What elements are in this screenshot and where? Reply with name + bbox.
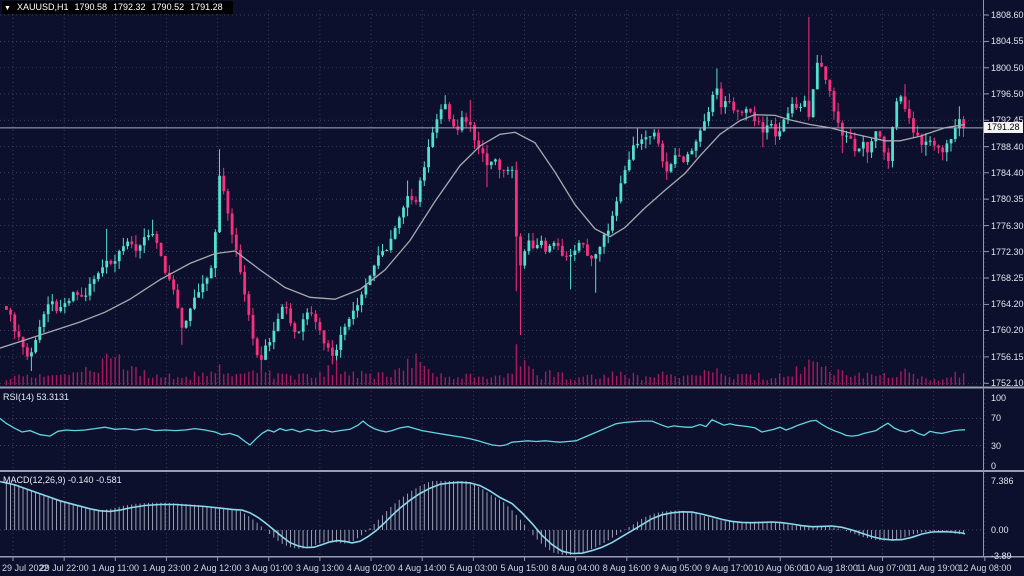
price-axis-label: 1796.50: [991, 89, 1024, 99]
time-axis-label: 12 Aug 08:00: [950, 563, 1020, 573]
macd-axis-label: 0.00: [991, 525, 1009, 535]
macd-axis-label: -3.89: [991, 551, 1012, 561]
symbol-ohlc-readout: ▼ XAUUSD,H1 1790.58 1792.32 1790.52 1791.28: [2, 1, 233, 14]
price-axis-label: 1760.20: [991, 325, 1024, 335]
macd-value-main: -0.140: [68, 475, 94, 485]
current-price-label: 1791.28: [984, 122, 1023, 133]
price-axis-label: 1764.20: [991, 299, 1024, 309]
price-axis-label: 1800.50: [991, 63, 1024, 73]
price-axis-label: 1780.35: [991, 194, 1024, 204]
rsi-name: RSI(14): [3, 392, 34, 402]
chart-canvas[interactable]: [0, 0, 1024, 576]
macd-name: MACD(12,26,9): [3, 475, 66, 485]
price-axis-label: 1756.15: [991, 352, 1024, 362]
chart-dropdown-icon[interactable]: ▼: [4, 5, 11, 12]
price-axis-label: 1752.10: [991, 378, 1024, 388]
price-axis-label: 1776.30: [991, 221, 1024, 231]
price-axis-label: 1768.25: [991, 273, 1024, 283]
macd-label: MACD(12,26,9) -0.140 -0.581: [3, 475, 122, 485]
ohlc-high: 1792.32: [113, 2, 146, 12]
rsi-axis-label: 30: [991, 441, 1001, 451]
rsi-label: RSI(14) 53.3131: [3, 392, 69, 402]
price-axis-label: 1788.40: [991, 142, 1024, 152]
rsi-axis-label: 0: [991, 461, 996, 471]
ohlc-low: 1790.52: [152, 2, 185, 12]
ohlc-open: 1790.58: [74, 2, 107, 12]
rsi-axis-label: 100: [991, 393, 1006, 403]
macd-axis-label: 7.386: [991, 476, 1014, 486]
macd-value-signal: -0.581: [96, 475, 122, 485]
price-axis-label: 1804.55: [991, 36, 1024, 46]
trading-chart-window: ▼ XAUUSD,H1 1790.58 1792.32 1790.52 1791.28 R…: [0, 0, 1024, 576]
price-axis-label: 1772.30: [991, 247, 1024, 257]
ohlc-close: 1791.28: [190, 2, 223, 12]
rsi-axis-label: 70: [991, 413, 1001, 423]
price-axis-label: 1808.60: [991, 10, 1024, 20]
rsi-value: 53.3131: [37, 392, 70, 402]
symbol-label: XAUUSD,H1: [17, 2, 69, 12]
price-axis-label: 1784.40: [991, 168, 1024, 178]
